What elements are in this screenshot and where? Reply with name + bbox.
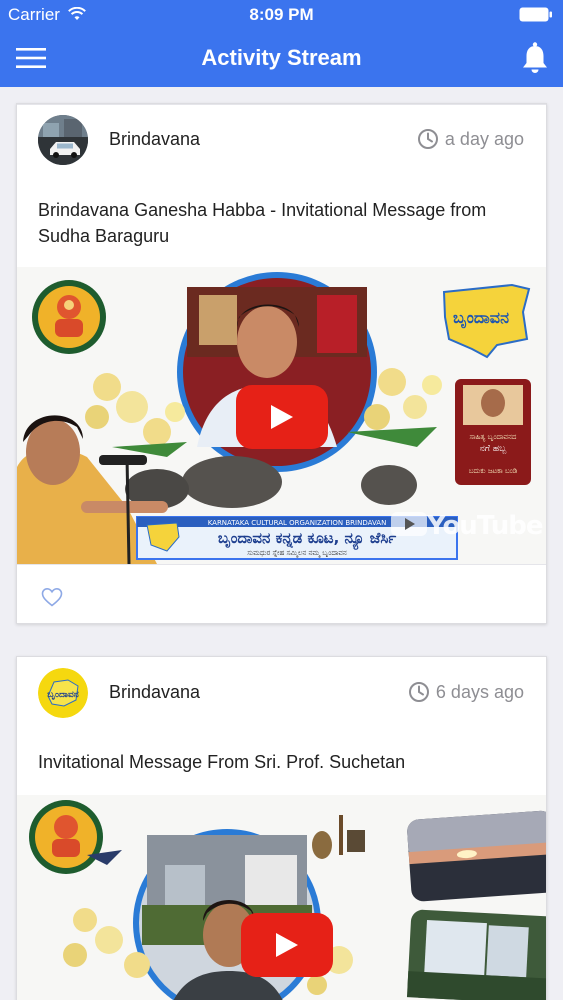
author-name[interactable]: Brindavana [109, 682, 200, 703]
side-card-text-3: ಬದುಕು ಜಟಕಾ ಬಂಡಿ [469, 467, 518, 475]
feed-card[interactable]: ಬೃಂದಾವನ Brindavana 6 days ago Invitation… [16, 656, 547, 1000]
post-title[interactable]: Brindavana Ganesha Habba - Invitational … [38, 197, 528, 249]
play-button[interactable] [236, 385, 328, 449]
bell-icon [523, 42, 547, 73]
post-timestamp: a day ago [417, 128, 524, 150]
time-label: 6 days ago [435, 681, 524, 702]
play-button[interactable] [241, 913, 333, 977]
page-title: Activity Stream [201, 45, 362, 70]
video-thumbnail[interactable] [17, 795, 546, 1000]
notifications-button[interactable] [519, 40, 551, 76]
card-actions [17, 565, 546, 623]
clock-icon [408, 682, 429, 702]
card-header: Brindavana a day ago [17, 104, 546, 174]
heart-icon[interactable] [41, 587, 63, 607]
author-name[interactable]: Brindavana [109, 129, 200, 150]
author-avatar[interactable] [38, 115, 88, 165]
avatar-image: ಬೃಂದಾವನ [38, 668, 88, 718]
play-icon [271, 405, 293, 429]
author-avatar[interactable]: ಬೃಂದಾವನ [38, 668, 88, 718]
banner-text-3: ಸುಮಧುರ ಸ್ನೇಹ ಸಮ್ಮಿಲನ ನಮ್ಮ ಬೃಂದಾವನ [247, 549, 347, 558]
post-timestamp: 6 days ago [408, 681, 524, 703]
feed-card[interactable]: Brindavana a day ago Brindavana Ganesha … [16, 103, 547, 624]
avatar-logo-text: ಬೃಂದಾವನ [47, 690, 78, 701]
avatar-image [38, 115, 88, 165]
youtube-watermark: YouTube [427, 511, 543, 541]
nav-bar: Activity Stream [0, 30, 563, 87]
time-label: a day ago [444, 128, 524, 149]
video-thumbnail[interactable]: ಬೃಂದಾವನ ಸಾಹಿತ್ಯ ಬೃಂದಾವನದ ನಗೆ ಹಬ್ಬ ಬದುಕು … [17, 267, 546, 564]
clock-icon [417, 129, 438, 149]
play-icon [276, 933, 298, 957]
card-header: ಬೃಂದಾವನ Brindavana 6 days ago [17, 657, 546, 727]
side-card-text-2: ನಗೆ ಹಬ್ಬ [480, 444, 507, 454]
banner-text-1: KARNATAKA CULTURAL ORGANIZATION BRINDAVA… [208, 519, 387, 527]
logo-text: ಬೃಂದಾವನ [453, 308, 509, 329]
battery-icon [519, 7, 552, 22]
divider [17, 104, 546, 105]
status-bar: Carrier 8:09 PM [0, 0, 563, 30]
post-title[interactable]: Invitational Message From Sri. Prof. Suc… [38, 749, 528, 775]
status-time: 8:09 PM [249, 5, 314, 24]
